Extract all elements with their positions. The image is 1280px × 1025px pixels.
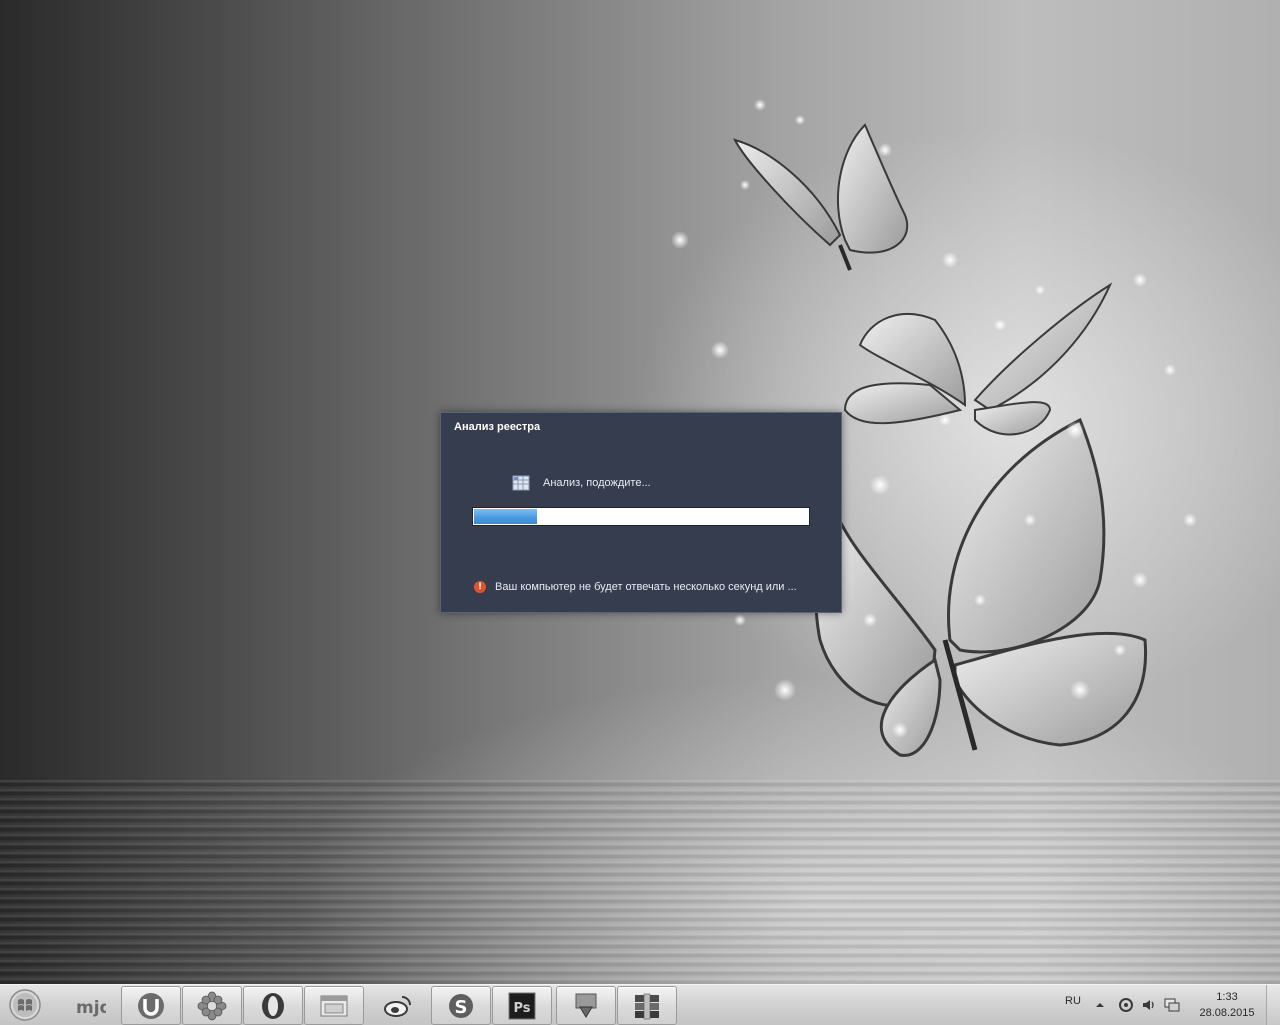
language-indicator[interactable]: RU bbox=[1065, 995, 1081, 1007]
weibo-icon bbox=[384, 996, 411, 1017]
show-desktop-button[interactable] bbox=[1266, 985, 1280, 1025]
taskbar-button-utorrent[interactable] bbox=[121, 986, 181, 1025]
download-master-icon bbox=[575, 993, 597, 1018]
registry-app-icon bbox=[512, 475, 530, 491]
show-hidden-icons-icon[interactable] bbox=[1094, 999, 1106, 1011]
windows-start-orb-icon[interactable] bbox=[5, 988, 45, 1022]
dialog-title: Анализ реестра bbox=[454, 421, 541, 433]
taskbar-button-file-manager[interactable] bbox=[304, 986, 364, 1025]
winrar-icon bbox=[635, 993, 659, 1020]
taskbar-button-icq[interactable] bbox=[182, 986, 242, 1025]
registry-analysis-dialog: Анализ реестра Анализ, подождите... ! Ва… bbox=[440, 412, 842, 613]
progress-bar-fill bbox=[474, 509, 537, 524]
warning-text: Ваш компьютер не будет отвечать нескольк… bbox=[495, 581, 797, 593]
svg-text:S: S bbox=[455, 997, 468, 1018]
photoshop-icon: Ps bbox=[508, 992, 536, 1020]
file-manager-icon bbox=[320, 995, 348, 1017]
progress-bar bbox=[472, 507, 810, 526]
warning-icon: ! bbox=[474, 581, 486, 593]
taskbar-button-weibo[interactable] bbox=[368, 986, 428, 1025]
skype-icon: S bbox=[449, 994, 473, 1018]
taskbar: mjd S Ps RU 1:33 28.08.2015 bbox=[0, 984, 1280, 1025]
clock-date[interactable]: 28.08.2015 bbox=[1196, 1007, 1258, 1019]
svg-text:Ps: Ps bbox=[513, 1001, 530, 1016]
butterfly-large bbox=[814, 417, 1148, 757]
flower-icon bbox=[197, 991, 227, 1021]
mjd-icon: mjd bbox=[76, 998, 106, 1018]
taskbar-button-opera[interactable] bbox=[243, 986, 303, 1025]
dialog-status-text: Анализ, подождите... bbox=[543, 477, 651, 489]
taskbar-button-winrar[interactable] bbox=[617, 986, 677, 1025]
taskbar-button-photoshop[interactable]: Ps bbox=[492, 986, 552, 1025]
taskbar-button-download-master[interactable] bbox=[556, 986, 616, 1025]
tray-app-icon[interactable] bbox=[1118, 997, 1134, 1013]
utorrent-icon bbox=[138, 993, 164, 1019]
network-icon[interactable] bbox=[1164, 997, 1180, 1013]
taskbar-button-mjd[interactable]: mjd bbox=[60, 986, 120, 1025]
butterfly-medium bbox=[843, 282, 1113, 436]
clock-time[interactable]: 1:33 bbox=[1200, 991, 1254, 1003]
volume-icon[interactable] bbox=[1141, 997, 1157, 1013]
svg-text:mjd: mjd bbox=[76, 998, 106, 1018]
taskbar-button-skype[interactable]: S bbox=[431, 986, 491, 1025]
opera-icon bbox=[262, 993, 284, 1019]
